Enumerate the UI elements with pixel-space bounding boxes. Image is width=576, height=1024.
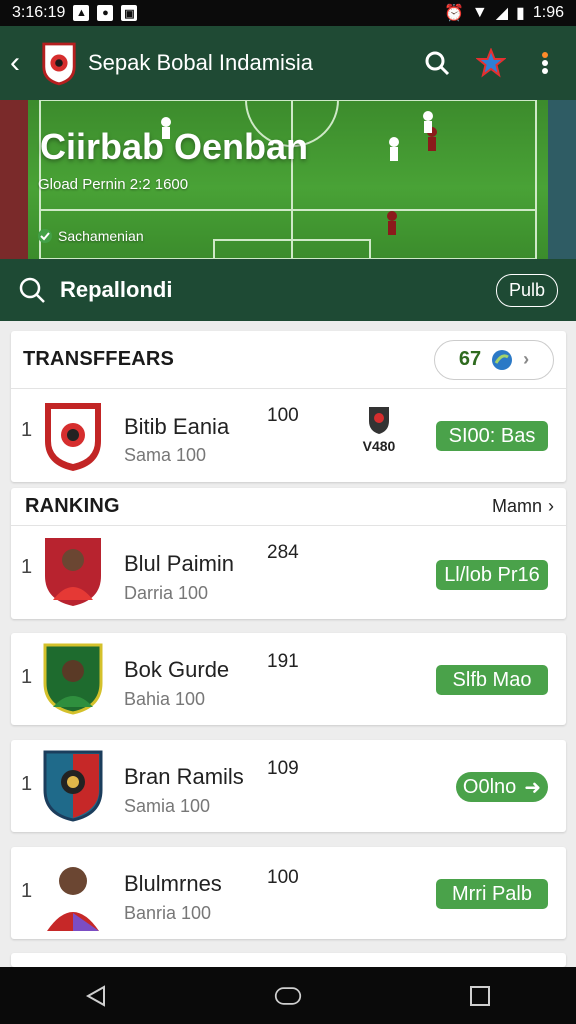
ranking-row[interactable]: 1 Bok Gurde Bahia 100 191 Slfb Mao [11,633,566,725]
ranking-tag-button[interactable]: Ll/lob Pr16 [436,560,548,590]
alarm-icon: ⏰ [443,5,464,22]
app-bar: ‹ Sepak Bobal Indamisia [0,26,576,100]
ranking-rank: 1 [21,666,33,688]
ranking-tag-button[interactable]: O0lno ➜ [456,772,548,802]
hero-caption: Sachamenian [38,228,144,244]
settings-icon: ● [97,5,114,21]
ranking-row[interactable]: 1 Blul Paimin Darria 100 284 Ll/lob Pr16 [11,526,566,619]
search-bar-icon [19,277,45,303]
search-icon[interactable] [416,42,458,84]
ranking-name: Blulmrnes [124,871,222,896]
ranking-title: RANKING [25,495,120,517]
player-avatar [47,867,99,931]
club-crest-icon [43,750,103,822]
wifi-icon: ▼ [471,4,488,21]
ranking-sub: Samia 100 [124,796,211,816]
transfer-badge-text: V480 [362,438,396,454]
hero-title: Ciirbab Oenban [40,126,309,167]
ranking-sub: Darria 100 [124,583,209,603]
hero-subtitle: Gload Pernin 2:2 1600 [38,176,189,193]
ranking-row-partial [11,953,566,967]
search-action-button[interactable]: Pulb [495,273,558,307]
ranking-tag-button[interactable]: Mrri Palb [436,879,548,909]
ranking-rank: 1 [21,773,33,795]
chevron-right-icon: › [548,496,554,516]
verified-icon [38,229,52,243]
star-icon[interactable] [470,42,512,84]
ranking-card: RANKING Mamn › 1 Blul Paimin Darria 100 … [11,488,566,619]
transfers-title: TRANSFFEARS [23,348,175,370]
system-nav-bar [0,967,576,1024]
ranking-rank: 1 [21,880,33,902]
back-icon[interactable]: ‹ [10,46,34,80]
hero-caption-text: Sachamenian [58,228,144,244]
ranking-tag-label: O0lno [462,775,517,798]
search-bar[interactable]: Repallondi Pulb [0,259,576,321]
ranking-rank: 1 [21,556,33,578]
ranking-row[interactable]: 1 Bran Ramils Samia 100 109 O0lno ➜ [11,740,566,832]
transfer-row[interactable]: 1 Bitib Eania Sama 100 100 V480 SI00: Ba… [11,389,566,482]
transfers-filter-value: 67 [458,348,482,370]
transfers-filter[interactable]: 67 › [434,339,554,380]
ranking-more-label: Mamn [491,496,542,516]
battery-icon: ▮ [516,5,525,22]
ranking-sub: Banria 100 [124,903,212,923]
ranking-name: Bok Gurde [124,657,230,682]
ranking-name: Bran Ramils [124,764,244,789]
transfer-tag-button[interactable]: SI00: Bas [436,421,548,451]
status-bar: 3:16:19 ▲ ● ▣ ⏰ ▼ ◢ ▮ 1:96 [0,0,576,26]
nav-home-icon[interactable] [274,982,302,1010]
app-title: Sepak Bobal Indamisia [88,50,314,75]
chevron-right-icon: › [523,349,530,369]
ranking-score: 100 [267,867,299,888]
hero-banner: Ciirbab Oenban Gload Pernin 2:2 1600 Sac… [0,100,576,259]
ranking-score: 191 [267,651,299,672]
ranking-sub: Bahia 100 [124,689,206,709]
arrow-right-icon: ➜ [524,776,542,799]
player-avatar [45,538,101,606]
transfers-header: TRANSFFEARS 67 › [11,331,566,389]
club-crest-icon [45,403,101,471]
nav-recents-icon[interactable] [466,982,494,1010]
search-input[interactable]: Repallondi [60,277,496,303]
ranking-tag-button[interactable]: Slfb Mao [436,665,548,695]
badge-icon [369,407,389,434]
gallery-icon: ▣ [121,5,138,21]
transfer-name: Bitib Eania [124,414,230,439]
transfer-club-badge: V480 [354,405,404,454]
nav-back-icon[interactable] [82,982,110,1010]
signal-icon: ◢ [495,5,509,22]
ranking-score: 284 [267,542,299,563]
ranking-header: RANKING Mamn › [11,488,566,526]
transfer-sub: Sama 100 [124,445,207,465]
ranking-score: 109 [267,758,299,779]
status-time: 3:16:19 [12,4,66,21]
ranking-more-link[interactable]: Mamn › [492,496,554,517]
status-time-right: 1:96 [532,4,564,21]
globe-icon [492,349,513,370]
player-avatar [43,643,103,715]
image-icon: ▲ [73,5,90,21]
transfer-rank: 1 [21,419,33,441]
more-icon[interactable] [524,42,566,84]
ranking-row[interactable]: 1 Blulmrnes Banria 100 100 Mrri Palb [11,847,566,939]
ranking-name: Blul Paimin [124,551,235,576]
transfer-score: 100 [267,405,299,426]
transfers-card: TRANSFFEARS 67 › 1 Bitib Eania Sama 100 … [11,331,566,482]
club-logo [42,42,76,86]
